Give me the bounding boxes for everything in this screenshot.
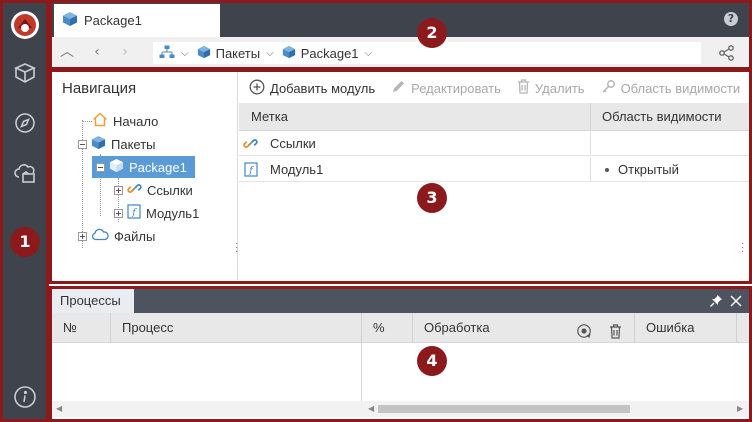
callout-badge: 4 bbox=[417, 346, 447, 376]
callout-badge: 1 bbox=[10, 227, 40, 257]
annotation-frame-header bbox=[49, 0, 752, 70]
callout-badge: 3 bbox=[417, 183, 447, 213]
callout-badge: 2 bbox=[417, 18, 447, 48]
annotation-frame-workspace bbox=[49, 69, 752, 284]
annotation-frame-sidebar bbox=[0, 0, 49, 422]
annotation-frame-processes bbox=[49, 286, 752, 422]
